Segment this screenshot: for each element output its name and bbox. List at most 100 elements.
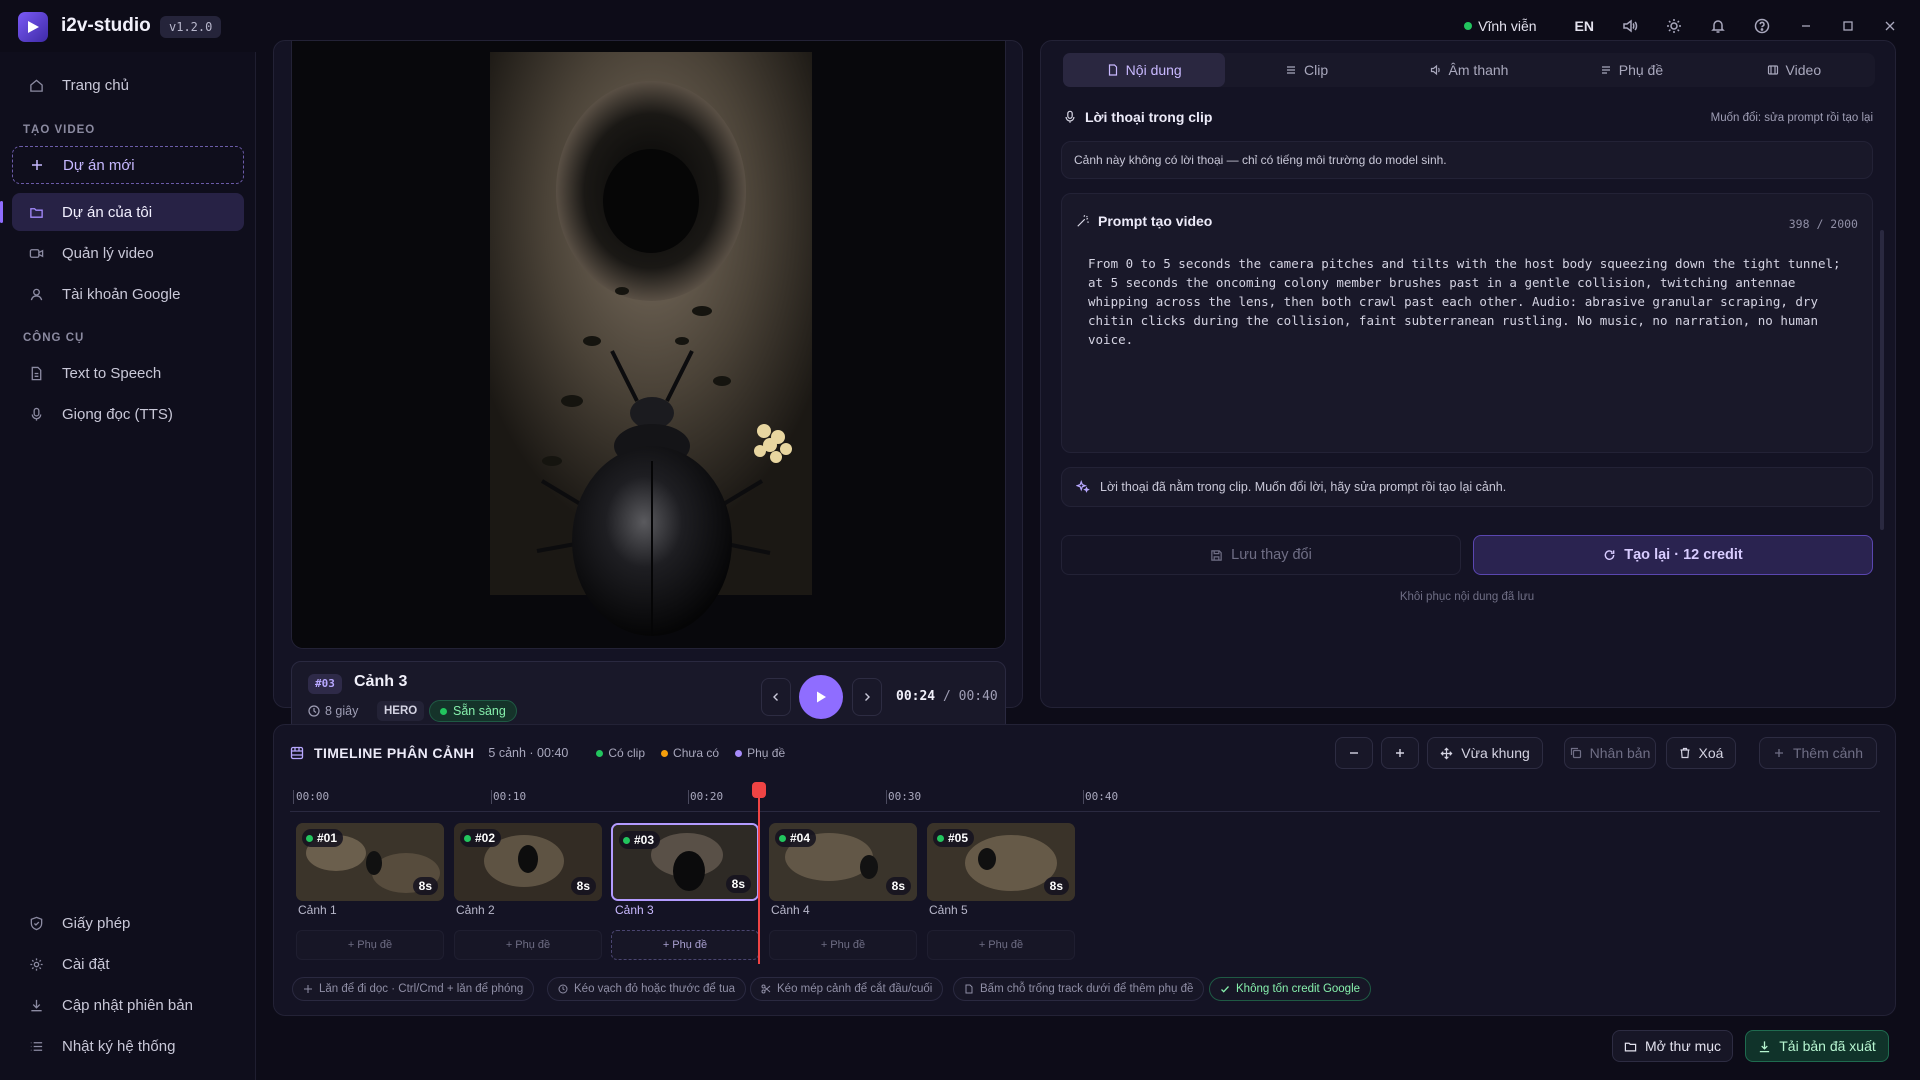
hint-label: Lăn để đi dọc · Ctrl/Cmd + lăn để phóng: [319, 983, 524, 995]
add-subtitle-slot[interactable]: + Phụ đề: [769, 930, 917, 960]
sidebar-item-update[interactable]: Cập nhật phiên bản: [12, 986, 244, 1024]
legend-label: Chưa có: [673, 746, 720, 760]
minimize-icon[interactable]: [1796, 16, 1816, 36]
hint-scrub: Kéo vạch đỏ hoặc thước để tua: [547, 977, 747, 1001]
add-subtitle-slot[interactable]: + Phụ đề: [611, 930, 759, 960]
fit-button[interactable]: Vừa khung: [1427, 737, 1543, 769]
help-icon[interactable]: [1752, 16, 1772, 36]
sun-icon[interactable]: [1664, 16, 1684, 36]
clip-duration: 8s: [1043, 877, 1069, 895]
video-thumbnail-image: [292, 41, 1005, 648]
sidebar-item-system-log[interactable]: Nhật ký hệ thống: [12, 1027, 244, 1065]
previous-scene-button[interactable]: [761, 678, 791, 716]
tab-audio[interactable]: Âm thanh: [1388, 53, 1550, 87]
prompt-editor[interactable]: Prompt tạo video 398 / 2000 From 0 to 5 …: [1061, 193, 1873, 453]
sidebar-section-tools: CÔNG CỤ: [23, 332, 85, 344]
sidebar-item-settings[interactable]: Cài đặt: [12, 945, 244, 983]
download-icon: [28, 997, 44, 1013]
zoom-out-button[interactable]: [1335, 737, 1373, 769]
tab-content[interactable]: Nội dung: [1063, 53, 1226, 87]
volume-icon[interactable]: [1620, 16, 1640, 36]
app-version-badge: v1.2.0: [160, 16, 222, 38]
clock-icon: [558, 984, 568, 994]
add-subtitle-slot[interactable]: + Phụ đề: [454, 930, 602, 960]
playhead[interactable]: [758, 786, 760, 964]
bell-icon[interactable]: [1708, 16, 1728, 36]
ruler-tick-label: 00:30: [888, 790, 922, 803]
sidebar-item-manage-videos[interactable]: Quản lý video: [12, 234, 244, 272]
clip-id-badge: #01: [302, 829, 344, 847]
prompt-textarea[interactable]: From 0 to 5 seconds the camera pitches a…: [1088, 254, 1858, 349]
add-subtitle-slot[interactable]: + Phụ đề: [927, 930, 1075, 960]
microphone-icon: [28, 406, 44, 422]
sidebar-item-label: Dự án của tôi: [62, 203, 153, 221]
tab-clip[interactable]: Clip: [1225, 53, 1387, 87]
film-icon: [290, 746, 304, 760]
video-preview[interactable]: [291, 40, 1006, 649]
sidebar-item-voice[interactable]: Giọng đọc (TTS): [12, 395, 244, 433]
play-button[interactable]: [799, 675, 843, 719]
next-scene-button[interactable]: [852, 678, 882, 716]
timeline-panel: TIMELINE PHÂN CẢNH 5 cảnh · 00:40 Có cli…: [273, 724, 1896, 1016]
wand-icon: [1077, 214, 1089, 227]
close-icon[interactable]: [1880, 16, 1900, 36]
timeline-clip[interactable]: #04 8s: [769, 823, 917, 901]
new-project-button[interactable]: Dự án mới: [12, 146, 244, 184]
timeline-clip-selected[interactable]: #03 8s: [611, 823, 759, 901]
sidebar-item-home[interactable]: Trang chủ: [12, 66, 244, 104]
duplicate-label: Nhân bản: [1589, 745, 1651, 761]
sidebar-item-google-account[interactable]: Tài khoản Google: [12, 275, 244, 313]
ruler-tick-label: 00:20: [690, 790, 724, 803]
chevron-left-icon: [773, 693, 778, 701]
clip-duration: 8s: [725, 875, 751, 893]
timeline-ruler[interactable]: [290, 811, 1880, 812]
timeline-clip[interactable]: #02 8s: [454, 823, 602, 901]
clip-id-label: #03: [634, 833, 655, 847]
delete-button[interactable]: Xoá: [1666, 737, 1736, 769]
ruler-tick-label: 00:00: [296, 790, 330, 803]
sidebar-item-label: Cập nhật phiên bản: [62, 996, 193, 1014]
regenerate-button[interactable]: Tạo lại · 12 credit: [1473, 535, 1873, 575]
scene-title: Cảnh 3: [354, 673, 408, 690]
zoom-in-button[interactable]: [1381, 737, 1419, 769]
maximize-icon[interactable]: [1838, 16, 1858, 36]
editor-tabs: Nội dung Clip Âm thanh Phụ đề Video: [1063, 53, 1875, 87]
copy-icon: [1570, 747, 1581, 759]
timeline-meta: 5 cảnh · 00:40: [488, 746, 569, 760]
timeline-header: TIMELINE PHÂN CẢNH 5 cảnh · 00:40 Có cli…: [290, 745, 785, 761]
add-scene-button[interactable]: Thêm cảnh: [1759, 737, 1877, 769]
microphone-icon: [1065, 110, 1075, 123]
scene-tag-badge: HERO: [377, 701, 425, 721]
clip-id-label: #01: [317, 831, 338, 845]
tab-video[interactable]: Video: [1713, 53, 1875, 87]
scene-duration: 8 giây: [308, 704, 358, 718]
timeline-clip[interactable]: #05 8s: [927, 823, 1075, 901]
scene-status-label: Sẵn sàng: [453, 704, 506, 718]
timeline-clip[interactable]: #01 8s: [296, 823, 444, 901]
add-subtitle-slot[interactable]: + Phụ đề: [296, 930, 444, 960]
scene-duration-label: 8 giây: [325, 704, 359, 718]
time-current: 00:24: [896, 689, 936, 704]
language-toggle[interactable]: EN: [1575, 18, 1594, 34]
restore-saved-link[interactable]: Khôi phục nội dung đã lưu: [1061, 591, 1873, 603]
shield-icon: [28, 915, 44, 931]
save-changes-button[interactable]: Lưu thay đổi: [1061, 535, 1461, 575]
scrollbar-thumb[interactable]: [1880, 230, 1884, 530]
tab-subtitles[interactable]: Phụ đề: [1550, 53, 1712, 87]
sidebar-item-label: Text to Speech: [62, 364, 162, 382]
hint-trim: Kéo mép cảnh để cắt đầu/cuối: [750, 977, 944, 1001]
playhead-handle[interactable]: [752, 782, 766, 798]
download-export-button[interactable]: Tải bản đã xuất: [1745, 1030, 1889, 1062]
legend-no-clip: Chưa có: [661, 746, 719, 760]
sidebar-item-license[interactable]: Giấy phép: [12, 904, 244, 942]
open-folder-button[interactable]: Mở thư mục: [1612, 1030, 1733, 1062]
license-status[interactable]: Vĩnh viễn: [1464, 18, 1537, 34]
clip-id-badge: #02: [460, 829, 502, 847]
duplicate-button[interactable]: Nhân bản: [1564, 737, 1656, 769]
sidebar-item-tts[interactable]: Text to Speech: [12, 354, 244, 392]
clip-id-badge: #03: [619, 831, 661, 849]
fit-icon: [1440, 747, 1453, 759]
sidebar-item-my-projects[interactable]: Dự án của tôi: [0, 193, 244, 231]
sidebar-item-label: Giấy phép: [62, 914, 131, 932]
hint-no-credit: Không tốn credit Google: [1209, 977, 1372, 1001]
